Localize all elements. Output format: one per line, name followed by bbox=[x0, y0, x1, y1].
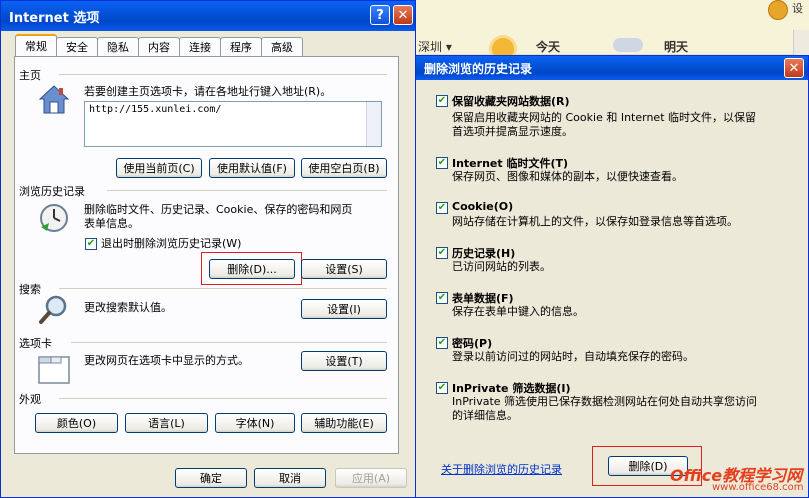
options-title: Internet 选项 bbox=[9, 10, 100, 26]
magnifier-icon bbox=[37, 293, 71, 327]
ok-button[interactable]: 确定 bbox=[175, 468, 247, 488]
history-desc: 已访问网站的列表。 bbox=[452, 260, 551, 273]
search-settings-button[interactable]: 设置(I) bbox=[301, 299, 387, 319]
about-delete-history-link[interactable]: 关于删除浏览的历史记录 bbox=[441, 461, 562, 477]
use-default-button[interactable]: 使用默认值(F) bbox=[209, 158, 295, 178]
form-data-desc: 保存在表单中键入的信息。 bbox=[452, 305, 584, 318]
search-divider bbox=[59, 288, 387, 289]
delete-dialog-title: 删除浏览的历史记录 bbox=[424, 61, 533, 76]
languages-button[interactable]: 语言(L) bbox=[125, 413, 208, 433]
tab-security[interactable]: 安全 bbox=[56, 37, 98, 56]
tab-strip: 常规 安全 隐私 内容 连接 程序 高级 bbox=[15, 34, 303, 56]
weather-strip bbox=[415, 0, 809, 55]
delete-dialog-close-button[interactable]: ✕ bbox=[784, 58, 804, 78]
appearance-heading: 外观 bbox=[19, 393, 41, 406]
delete-dialog-titlebar[interactable]: 删除浏览的历史记录 ✕ bbox=[416, 56, 808, 80]
appearance-divider bbox=[59, 398, 387, 399]
history-settings-button[interactable]: 设置(S) bbox=[301, 259, 387, 279]
inprivate-desc-2: 的详细信息。 bbox=[452, 409, 518, 422]
delete-on-exit-checkbox[interactable]: ✔ bbox=[85, 238, 97, 250]
today-label: 今天 bbox=[536, 40, 561, 54]
history-divider bbox=[107, 190, 387, 191]
history-description-line2: 表单信息。 bbox=[84, 217, 139, 230]
passwords-title: 密码(P) bbox=[452, 337, 493, 350]
form-data-title: 表单数据(F) bbox=[452, 292, 514, 305]
cookies-title: Cookie(O) bbox=[452, 200, 514, 213]
cookies-desc: 网站存储在计算机上的文件，以保存如登录信息等首选项。 bbox=[452, 215, 738, 228]
delete-history-dialog: 删除浏览的历史记录 ✕ ✔ 保留收藏夹网站数据(R) 保留启用收藏夹网站的 Co… bbox=[415, 55, 809, 498]
fonts-button[interactable]: 字体(N) bbox=[215, 413, 295, 433]
tabs-heading: 选项卡 bbox=[19, 337, 52, 350]
preserve-favorites-desc-1: 保留启用收藏夹网站的 Cookie 和 Internet 临时文件，以保留 bbox=[452, 111, 756, 124]
tabs-divider bbox=[71, 342, 387, 343]
use-current-button[interactable]: 使用当前页(C) bbox=[116, 158, 202, 178]
home-address-input[interactable]: http://155.xunlei.com/ bbox=[84, 101, 382, 147]
tab-general[interactable]: 常规 bbox=[15, 34, 57, 56]
delete-on-exit-label: 退出时删除浏览历史记录(W) bbox=[101, 237, 242, 250]
preserve-favorites-title: 保留收藏夹网站数据(R) bbox=[452, 95, 570, 108]
house-icon bbox=[37, 83, 71, 117]
history-description-line1: 删除临时文件、历史记录、Cookie、保存的密码和网页 bbox=[84, 203, 353, 216]
passwords-desc: 登录以前访问过的网站时，自动填充保存的密码。 bbox=[452, 350, 694, 363]
colors-button[interactable]: 颜色(O) bbox=[35, 413, 118, 433]
tomorrow-label: 明天 bbox=[664, 40, 689, 54]
cookies-checkbox[interactable]: ✔ bbox=[436, 202, 448, 214]
history-title: 历史记录(H) bbox=[452, 247, 516, 260]
cancel-button[interactable]: 取消 bbox=[254, 468, 326, 488]
internet-options-window: Internet 选项 ? ✕ 常规 安全 隐私 内容 连接 程序 高级 主页 … bbox=[0, 0, 416, 498]
temp-files-title: Internet 临时文件(T) bbox=[452, 157, 569, 170]
home-heading: 主页 bbox=[19, 69, 41, 82]
use-blank-button[interactable]: 使用空白页(B) bbox=[301, 158, 387, 178]
tab-programs[interactable]: 程序 bbox=[220, 37, 262, 56]
options-titlebar[interactable]: Internet 选项 ? ✕ bbox=[1, 1, 415, 31]
tabs-window-icon bbox=[37, 351, 71, 385]
tab-advanced[interactable]: 高级 bbox=[261, 37, 303, 56]
settings-link[interactable]: 设 bbox=[792, 0, 803, 16]
temp-files-checkbox[interactable]: ✔ bbox=[436, 157, 448, 169]
form-data-checkbox[interactable]: ✔ bbox=[436, 292, 448, 304]
temp-files-desc: 保存网页、图像和媒体的副本，以便快速查看。 bbox=[452, 170, 683, 183]
history-clock-icon bbox=[37, 201, 71, 235]
inprivate-desc-1: InPrivate 筛选使用已保存数据检测网站在何处自动共享您访问 bbox=[452, 395, 758, 408]
tab-privacy[interactable]: 隐私 bbox=[97, 37, 139, 56]
logo-icon bbox=[768, 0, 788, 20]
delete-history-button[interactable]: 删除(D)... bbox=[209, 259, 295, 279]
accessibility-button[interactable]: 辅助功能(E) bbox=[301, 413, 387, 433]
search-description: 更改搜索默认值。 bbox=[84, 301, 172, 314]
city-dropdown[interactable]: 深圳 ▾ bbox=[418, 38, 452, 55]
passwords-checkbox[interactable]: ✔ bbox=[436, 337, 448, 349]
tab-content[interactable]: 内容 bbox=[138, 37, 180, 56]
home-description: 若要创建主页选项卡，请在各地址行键入地址(R)。 bbox=[84, 85, 332, 98]
history-heading: 浏览历史记录 bbox=[19, 185, 85, 198]
cloud-icon bbox=[613, 38, 643, 52]
close-button[interactable]: ✕ bbox=[393, 5, 413, 25]
tabs-settings-button[interactable]: 设置(T) bbox=[301, 351, 387, 371]
address-scrollbar[interactable] bbox=[366, 102, 381, 146]
home-address-value: http://155.xunlei.com/ bbox=[89, 104, 222, 115]
apply-button[interactable]: 应用(A) bbox=[335, 468, 407, 488]
preserve-favorites-checkbox[interactable]: ✔ bbox=[436, 95, 448, 107]
help-button[interactable]: ? bbox=[370, 5, 390, 25]
preserve-favorites-desc-2: 首选项并提高显示速度。 bbox=[452, 125, 573, 138]
history-checkbox[interactable]: ✔ bbox=[436, 247, 448, 259]
tabs-description: 更改网页在选项卡中显示的方式。 bbox=[84, 354, 249, 367]
watermark-url: www.office68.com bbox=[712, 482, 804, 493]
tab-connections[interactable]: 连接 bbox=[179, 37, 221, 56]
inprivate-checkbox[interactable]: ✔ bbox=[436, 382, 448, 394]
inprivate-title: InPrivate 筛选数据(I) bbox=[452, 382, 571, 395]
home-divider bbox=[59, 74, 387, 75]
